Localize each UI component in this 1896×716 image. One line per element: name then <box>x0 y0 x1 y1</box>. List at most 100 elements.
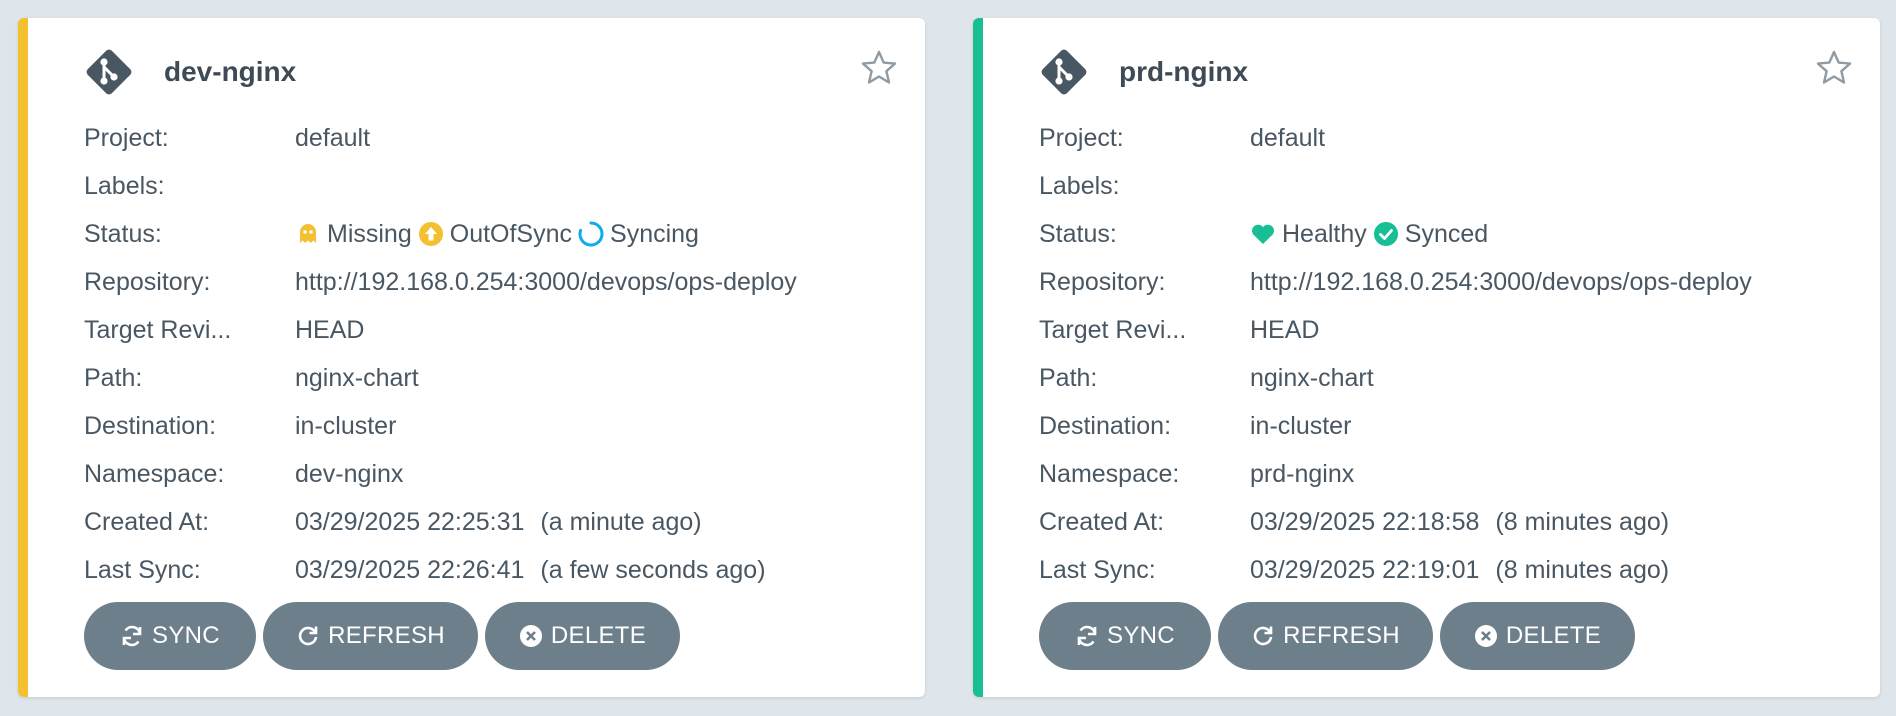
spinner-icon <box>578 221 604 247</box>
row-last-sync: Last Sync: 03/29/2025 22:19:01 (8 minute… <box>1039 546 1860 594</box>
row-repository: Repository: http://192.168.0.254:3000/de… <box>1039 258 1860 306</box>
destination-value: in-cluster <box>295 411 397 440</box>
row-destination: Destination: in-cluster <box>84 402 905 450</box>
row-status: Status: Missing OutOfSync Syncing <box>84 210 905 258</box>
created-at-relative: (a minute ago) <box>540 507 702 536</box>
app-actions: SYNC REFRESH DELETE <box>1039 602 1642 670</box>
app-title[interactable]: prd-nginx <box>1119 56 1248 88</box>
health-status: Healthy <box>1250 220 1367 249</box>
created-at-value: 03/29/2025 22:18:58 (8 minutes ago) <box>1250 508 1669 537</box>
sync-button[interactable]: SYNC <box>84 602 256 670</box>
path-value: nginx-chart <box>295 363 419 392</box>
refresh-button[interactable]: REFRESH <box>263 602 478 670</box>
project-value: default <box>295 123 371 152</box>
row-namespace: Namespace: dev-nginx <box>84 450 905 498</box>
app-actions: SYNC REFRESH DELETE <box>84 602 687 670</box>
star-icon[interactable] <box>1814 48 1854 88</box>
sync-status: OutOfSync <box>418 220 572 249</box>
row-status: Status: Healthy Synced <box>1039 210 1860 258</box>
status-label: Status: <box>84 219 162 248</box>
namespace-label: Namespace: <box>1039 459 1180 488</box>
delete-button[interactable]: DELETE <box>1440 602 1635 670</box>
status-bar-outofsync <box>18 18 28 697</box>
row-repository: Repository: http://192.168.0.254:3000/de… <box>84 258 905 306</box>
row-target-revision: Target Revi... HEAD <box>1039 306 1860 354</box>
project-value: default <box>1250 123 1326 152</box>
row-path: Path: nginx-chart <box>84 354 905 402</box>
delete-button-label: DELETE <box>1505 622 1602 649</box>
sync-status-text: OutOfSync <box>449 219 573 248</box>
project-label: Project: <box>1039 123 1124 152</box>
status-value: Missing OutOfSync Syncing <box>295 220 705 249</box>
row-created-at: Created At: 03/29/2025 22:18:58 (8 minut… <box>1039 498 1860 546</box>
app-header: dev-nginx <box>84 44 296 100</box>
refresh-icon <box>298 626 318 646</box>
sync-button[interactable]: SYNC <box>1039 602 1211 670</box>
check-circle-icon <box>1373 222 1398 246</box>
namespace-label: Namespace: <box>84 459 225 488</box>
project-label: Project: <box>84 123 169 152</box>
row-destination: Destination: in-cluster <box>1039 402 1860 450</box>
last-sync-timestamp: 03/29/2025 22:19:01 <box>1250 555 1480 584</box>
git-icon <box>86 49 132 95</box>
row-target-revision: Target Revi... HEAD <box>84 306 905 354</box>
created-at-timestamp: 03/29/2025 22:18:58 <box>1250 507 1480 536</box>
row-project: Project: default <box>1039 114 1860 162</box>
repository-value[interactable]: http://192.168.0.254:3000/devops/ops-dep… <box>1250 268 1752 297</box>
refresh-icon <box>1253 626 1273 646</box>
destination-value: in-cluster <box>1250 411 1352 440</box>
times-circle-icon <box>519 625 542 647</box>
app-title[interactable]: dev-nginx <box>164 56 296 88</box>
refresh-button[interactable]: REFRESH <box>1218 602 1433 670</box>
sync-button-label: SYNC <box>1107 622 1175 649</box>
operation-status: Syncing <box>578 220 699 249</box>
applications-grid: dev-nginx Project: default Labels: Statu… <box>0 0 1896 716</box>
repository-label: Repository: <box>1039 267 1166 296</box>
app-header: prd-nginx <box>1039 44 1248 100</box>
target-revision-value: HEAD <box>1250 315 1320 344</box>
app-details: Project: default Labels: Status: Healthy <box>1039 114 1860 594</box>
last-sync-value: 03/29/2025 22:26:41 (a few seconds ago) <box>295 556 766 585</box>
row-namespace: Namespace: prd-nginx <box>1039 450 1860 498</box>
operation-status-text: Syncing <box>610 219 699 248</box>
created-at-value: 03/29/2025 22:25:31 (a minute ago) <box>295 508 702 537</box>
labels-label: Labels: <box>84 171 165 200</box>
last-sync-label: Last Sync: <box>1039 555 1156 584</box>
app-card-prd-nginx[interactable]: prd-nginx Project: default Labels: Statu… <box>973 18 1880 697</box>
app-card-dev-nginx[interactable]: dev-nginx Project: default Labels: Statu… <box>18 18 925 697</box>
path-label: Path: <box>1039 363 1098 392</box>
created-at-timestamp: 03/29/2025 22:25:31 <box>295 507 525 536</box>
arrow-up-circle-icon <box>418 222 443 246</box>
last-sync-relative: (8 minutes ago) <box>1495 555 1670 584</box>
health-status-text: Healthy <box>1282 219 1367 248</box>
times-circle-icon <box>1474 625 1497 647</box>
status-bar-synced <box>973 18 983 697</box>
sync-icon <box>1077 625 1097 647</box>
namespace-value: prd-nginx <box>1250 459 1355 488</box>
row-last-sync: Last Sync: 03/29/2025 22:26:41 (a few se… <box>84 546 905 594</box>
destination-label: Destination: <box>1039 411 1172 440</box>
star-icon[interactable] <box>859 48 899 88</box>
repository-value[interactable]: http://192.168.0.254:3000/devops/ops-dep… <box>295 268 797 297</box>
sync-status-text: Synced <box>1404 219 1489 248</box>
delete-button[interactable]: DELETE <box>485 602 680 670</box>
last-sync-value: 03/29/2025 22:19:01 (8 minutes ago) <box>1250 556 1669 585</box>
row-labels: Labels: <box>1039 162 1860 210</box>
row-path: Path: nginx-chart <box>1039 354 1860 402</box>
created-at-label: Created At: <box>84 507 210 536</box>
git-icon <box>1041 49 1087 95</box>
row-created-at: Created At: 03/29/2025 22:25:31 (a minut… <box>84 498 905 546</box>
namespace-value: dev-nginx <box>295 459 404 488</box>
path-label: Path: <box>84 363 143 392</box>
heart-icon <box>1252 224 1274 244</box>
target-revision-value: HEAD <box>295 315 365 344</box>
delete-button-label: DELETE <box>550 622 647 649</box>
row-project: Project: default <box>84 114 905 162</box>
path-value: nginx-chart <box>1250 363 1374 392</box>
destination-label: Destination: <box>84 411 217 440</box>
created-at-relative: (8 minutes ago) <box>1495 507 1670 536</box>
last-sync-relative: (a few seconds ago) <box>540 555 766 584</box>
status-value: Healthy Synced <box>1250 220 1494 249</box>
app-details: Project: default Labels: Status: Missing… <box>84 114 905 594</box>
row-labels: Labels: <box>84 162 905 210</box>
